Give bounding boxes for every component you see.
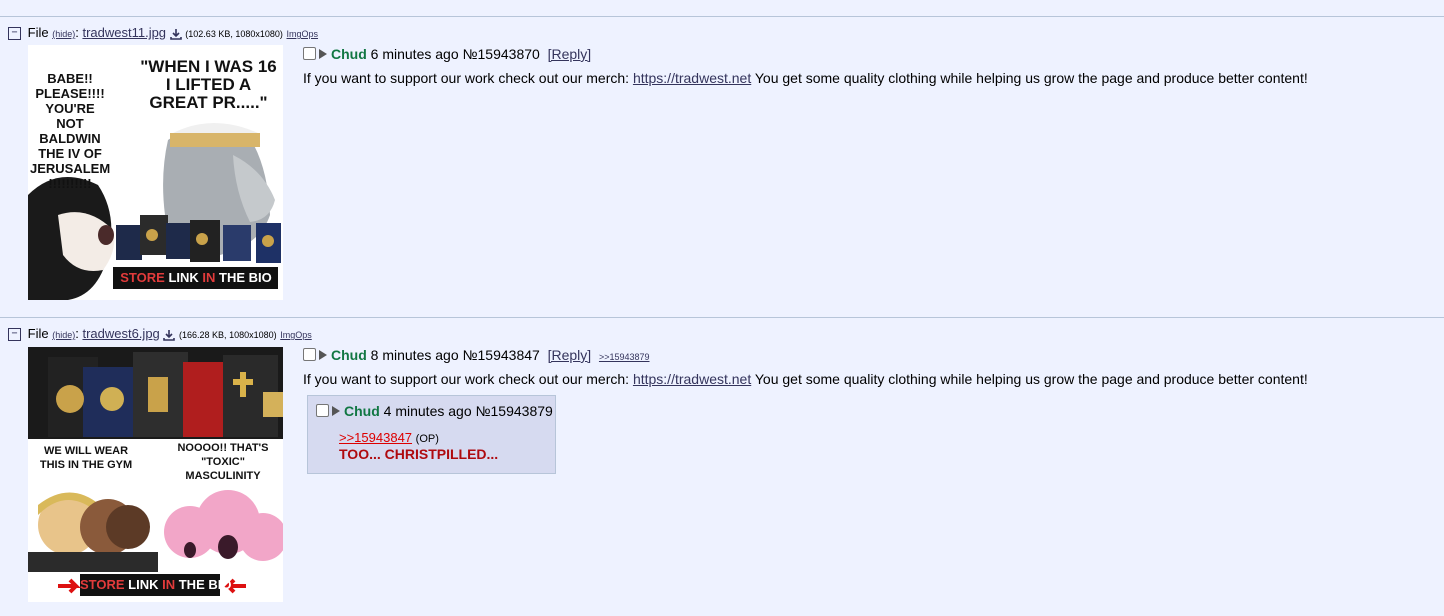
store-banner: STORE LINK IN THE BIO: [80, 577, 232, 592]
file-name-link[interactable]: tradwest11.jpg: [82, 25, 166, 40]
post-time: 6 minutes ago: [370, 46, 459, 62]
imgops-link[interactable]: ImgOps: [280, 330, 312, 340]
poster-name: Chud: [344, 403, 380, 419]
reply-message: TOO... CHRISTPILLED...: [339, 446, 499, 462]
file-name-link[interactable]: tradwest6.jpg: [82, 326, 159, 341]
hide-link[interactable]: (hide): [52, 330, 75, 340]
divider: [0, 16, 1444, 17]
post-header: Chud 8 minutes ago №15943847 [Reply] >>1…: [303, 346, 650, 366]
divider: [0, 317, 1444, 318]
post-checkbox[interactable]: [303, 47, 316, 60]
post-number[interactable]: №15943879: [476, 403, 553, 419]
inline-reply: Chud 4 minutes ago №15943879 >>15943847 …: [307, 395, 556, 474]
collapse-toggle[interactable]: −: [8, 328, 21, 342]
post-menu-icon[interactable]: [319, 350, 327, 360]
backlink[interactable]: >>15943879: [599, 352, 650, 362]
quote-link[interactable]: >>15943847: [339, 430, 412, 445]
hide-link[interactable]: (hide): [52, 29, 75, 39]
post-message: If you want to support our work check ou…: [303, 371, 1308, 387]
post-checkbox[interactable]: [303, 348, 316, 361]
file-label: File: [27, 326, 49, 341]
post-header: Chud 6 minutes ago №15943870 [Reply]: [303, 45, 591, 63]
post-time: 4 minutes ago: [383, 403, 472, 419]
meme-text-left: WE WILL WEAR THIS IN THE GYM: [39, 445, 133, 471]
imgops-link[interactable]: ImgOps: [287, 29, 319, 39]
file-label: File: [27, 25, 49, 40]
post-image[interactable]: WE WILL WEAR THIS IN THE GYM NOOOO!! THA…: [28, 347, 283, 602]
post-menu-icon[interactable]: [332, 406, 340, 416]
op-tag: (OP): [415, 433, 439, 445]
post-time: 8 minutes ago: [370, 347, 459, 363]
post-number[interactable]: №15943847: [463, 347, 540, 363]
reply-link[interactable]: [Reply]: [548, 347, 592, 363]
meme-text-right: "WHEN I WAS 16 I LIFTED A GREAT PR.....": [140, 57, 277, 112]
merch-link[interactable]: https://tradwest.net: [633, 70, 751, 86]
download-icon[interactable]: [163, 326, 179, 341]
merch-link[interactable]: https://tradwest.net: [633, 371, 751, 387]
poster-name: Chud: [331, 347, 367, 363]
store-banner: STORE LINK IN THE BIO: [120, 270, 272, 285]
file-size: (166.28 KB, 1080x1080): [179, 330, 277, 340]
poster-name: Chud: [331, 46, 367, 62]
file-info: − File (hide): tradwest11.jpg (102.63 KB…: [8, 25, 318, 42]
download-icon[interactable]: [169, 25, 186, 40]
post-image[interactable]: BABE!! PLEASE!!!! YOU'RE NOT BALDWIN THE…: [28, 45, 283, 300]
meme-text-left: BABE!! PLEASE!!!! YOU'RE NOT BALDWIN THE…: [30, 71, 111, 191]
post-menu-icon[interactable]: [319, 49, 327, 59]
file-info: − File (hide): tradwest6.jpg (166.28 KB,…: [8, 326, 312, 343]
meme-text-right: NOOOO!! THAT'S "TOXIC" MASCULINITY: [177, 442, 269, 482]
reply-link[interactable]: [Reply]: [548, 46, 592, 62]
post-message: If you want to support our work check ou…: [303, 70, 1308, 86]
reply-header: Chud 4 minutes ago №15943879: [316, 402, 553, 420]
file-size: (102.63 KB, 1080x1080): [185, 29, 283, 39]
collapse-toggle[interactable]: −: [8, 27, 21, 41]
post-number[interactable]: №15943870: [463, 46, 540, 62]
post-checkbox[interactable]: [316, 404, 329, 417]
